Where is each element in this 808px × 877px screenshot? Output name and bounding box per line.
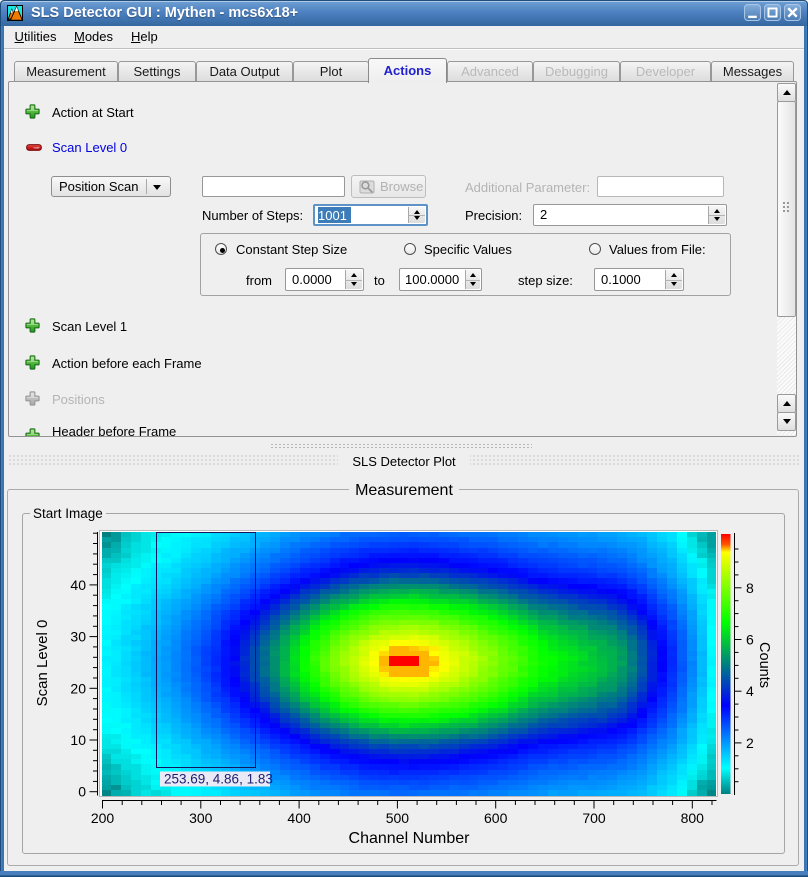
svg-text:800: 800 [681,810,705,826]
svg-text:6: 6 [746,632,754,648]
svg-text:Channel Number: Channel Number [349,830,471,847]
svg-text:20: 20 [70,680,86,696]
svg-text:2: 2 [746,735,754,751]
svg-text:4: 4 [746,683,754,699]
svg-text:300: 300 [189,810,213,826]
svg-text:0: 0 [78,784,86,800]
svg-text:253.69, 4.86, 1.83: 253.69, 4.86, 1.83 [164,772,273,787]
svg-text:700: 700 [582,810,606,826]
svg-text:40: 40 [70,577,86,593]
svg-text:10: 10 [70,732,86,748]
svg-text:500: 500 [386,810,410,826]
svg-text:400: 400 [287,810,311,826]
svg-text:30: 30 [70,629,86,645]
svg-text:600: 600 [484,810,508,826]
svg-text:Counts: Counts [756,642,772,688]
svg-text:Scan Level 0: Scan Level 0 [34,620,51,707]
svg-text:8: 8 [746,580,754,596]
svg-text:200: 200 [91,810,115,826]
